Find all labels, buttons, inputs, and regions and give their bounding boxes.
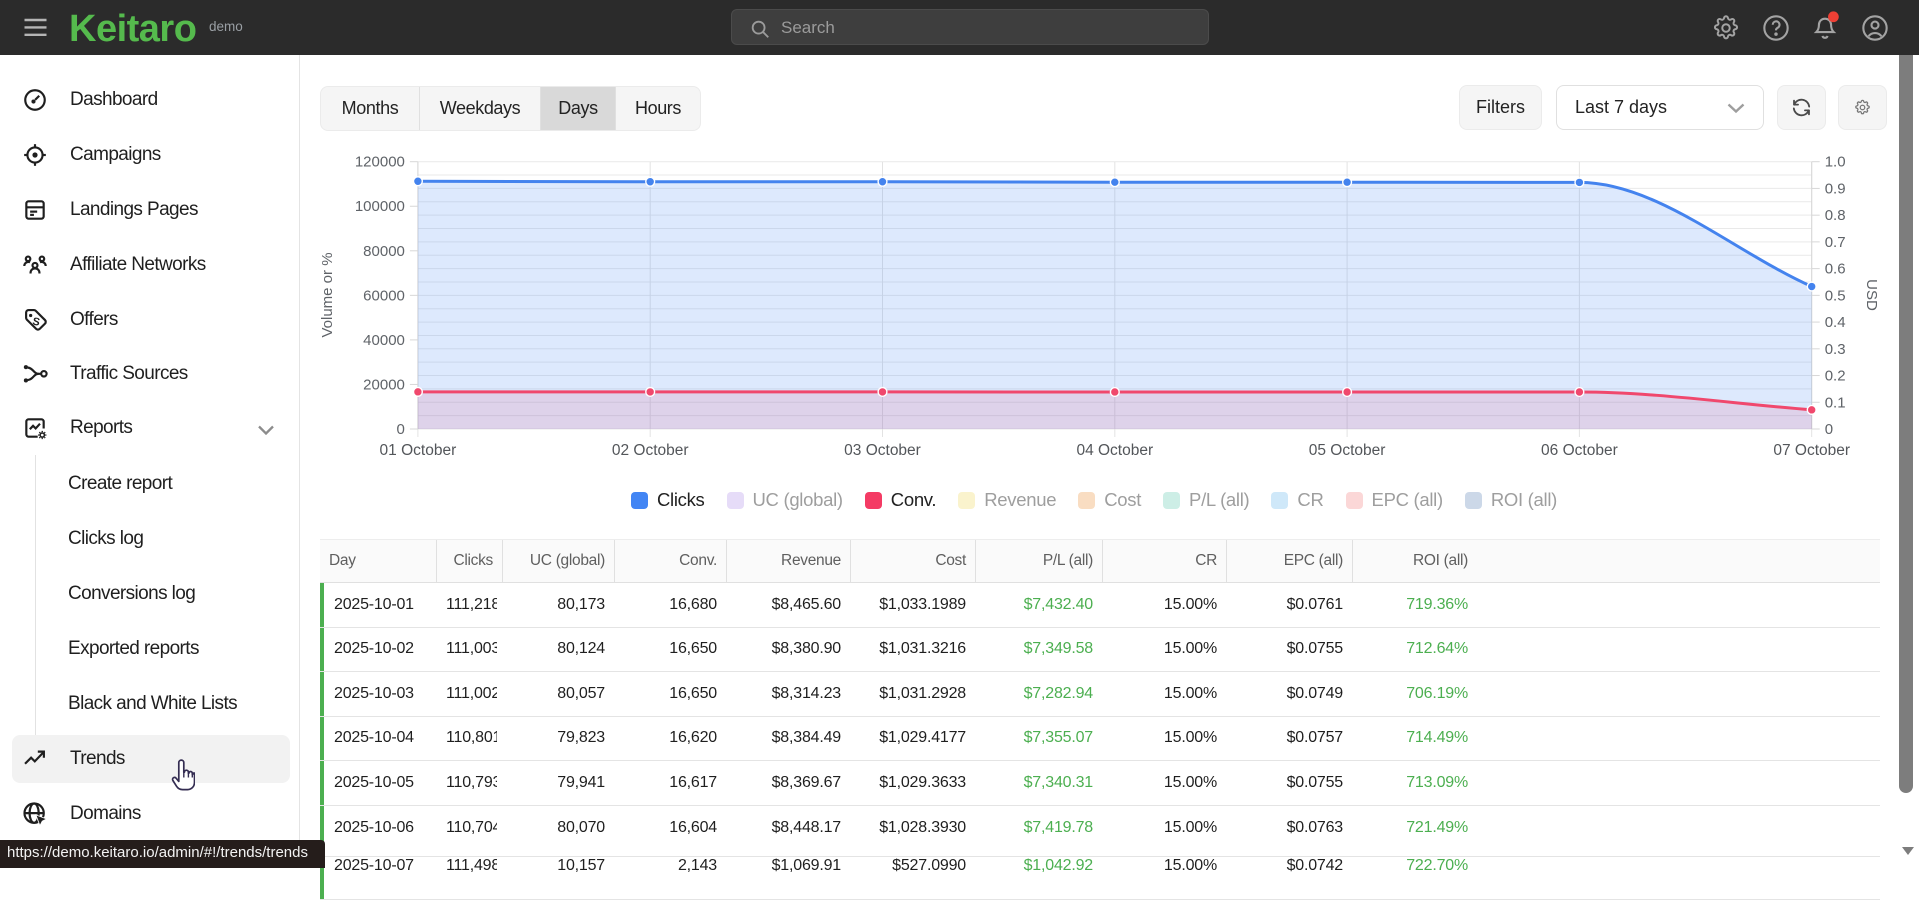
svg-text:60000: 60000 <box>363 287 405 304</box>
svg-text:0.2: 0.2 <box>1825 368 1846 385</box>
svg-text:01 October: 01 October <box>380 442 457 459</box>
svg-text:Volume or %: Volume or % <box>319 252 336 337</box>
svg-text:120000: 120000 <box>355 154 405 171</box>
svg-text:0.4: 0.4 <box>1825 314 1846 331</box>
svg-text:03 October: 03 October <box>844 442 921 459</box>
svg-text:0.1: 0.1 <box>1825 394 1846 411</box>
svg-text:0: 0 <box>1825 421 1833 438</box>
svg-text:0: 0 <box>397 421 405 438</box>
svg-text:0.5: 0.5 <box>1825 287 1846 304</box>
svg-text:0.6: 0.6 <box>1825 261 1846 278</box>
svg-text:USD: USD <box>1863 279 1880 311</box>
svg-text:20000: 20000 <box>363 376 405 393</box>
svg-text:06 October: 06 October <box>1541 442 1618 459</box>
svg-text:0.7: 0.7 <box>1825 234 1846 251</box>
svg-text:07 October: 07 October <box>1773 442 1850 459</box>
svg-text:80000: 80000 <box>363 243 405 260</box>
svg-text:100000: 100000 <box>355 198 405 215</box>
svg-text:04 October: 04 October <box>1076 442 1153 459</box>
svg-text:S: S <box>31 316 41 329</box>
svg-text:0.3: 0.3 <box>1825 341 1846 358</box>
svg-text:1.0: 1.0 <box>1825 154 1846 171</box>
svg-text:0.9: 0.9 <box>1825 180 1846 197</box>
svg-text:0.8: 0.8 <box>1825 207 1846 224</box>
svg-text:40000: 40000 <box>363 332 405 349</box>
svg-text:05 October: 05 October <box>1309 442 1386 459</box>
svg-text:02 October: 02 October <box>612 442 689 459</box>
